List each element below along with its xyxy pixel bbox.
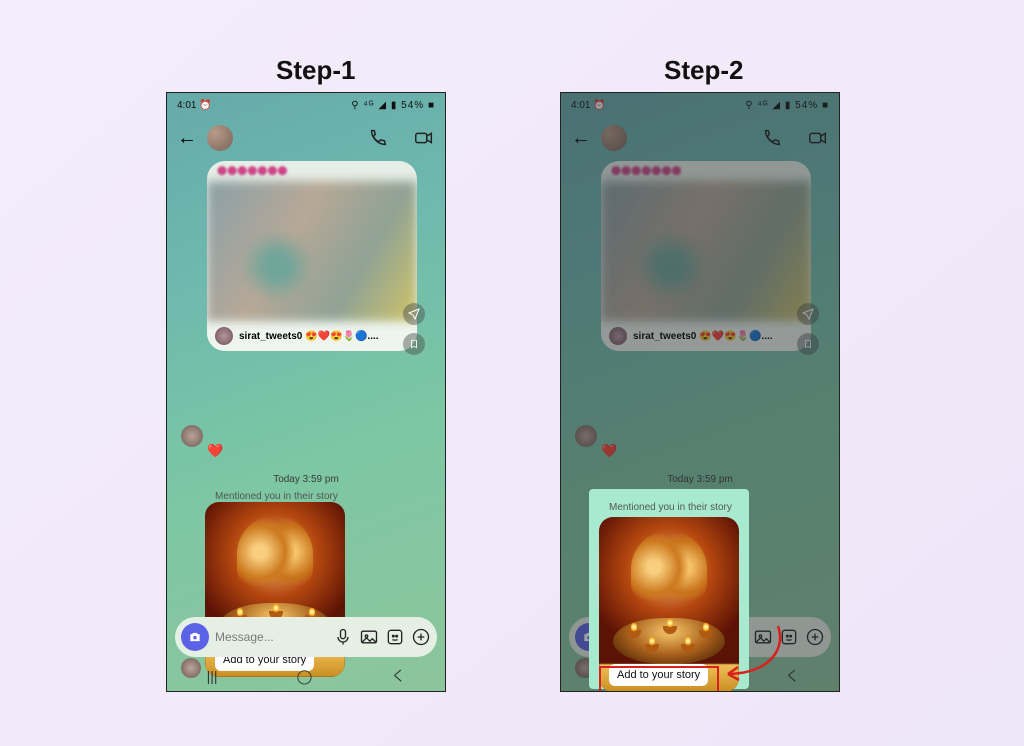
back-arrow-icon[interactable]: ← <box>571 127 591 150</box>
status-bar: 4:01 ⏰ ⚲ ⁴ᴳ ◢ ▮ 54% ■ <box>561 93 839 117</box>
step-1-title: Step-1 <box>276 55 355 86</box>
video-call-icon[interactable] <box>807 127 829 149</box>
chat-avatar[interactable] <box>601 125 627 151</box>
nav-back-icon[interactable]: く <box>785 666 799 686</box>
shared-post-caption: sirat_tweets0 😍❤️😍🌷🔵.... <box>239 331 379 342</box>
plus-icon[interactable] <box>411 627 431 647</box>
bookmark-icon[interactable] <box>797 333 819 355</box>
gallery-icon[interactable] <box>359 627 379 647</box>
gallery-icon[interactable] <box>753 627 773 647</box>
status-time: 4:01 ⏰ <box>177 100 212 111</box>
lower-chat-area: Today 3:59 pm Mentioned you in their sto… <box>167 468 445 691</box>
shared-post-top-blur: ⬤⬤⬤⬤⬤⬤⬤ <box>207 161 417 181</box>
shared-post-mini-avatar <box>609 327 627 345</box>
add-to-story-button-highlight[interactable]: Add to your story <box>609 664 708 686</box>
chat-header: ← <box>167 117 445 159</box>
reaction-sender-avatar[interactable] <box>181 425 203 447</box>
bookmark-icon[interactable] <box>403 333 425 355</box>
nav-recent-icon[interactable]: ||| <box>207 668 218 684</box>
mentioned-label: Mentioned you in their story <box>609 491 839 502</box>
mic-icon[interactable] <box>333 627 353 647</box>
shared-post-image-blur <box>601 181 811 321</box>
status-indicators: ⚲ ⁴ᴳ ◢ ▮ 54% ■ <box>745 100 829 111</box>
status-bar: 4:01 ⏰ ⚲ ⁴ᴳ ◢ ▮ 54% ■ <box>167 93 445 117</box>
shared-post-side-icons <box>403 303 425 355</box>
chat-avatar[interactable] <box>207 125 233 151</box>
call-icon[interactable] <box>761 127 783 149</box>
timestamp-label: Today 3:59 pm <box>561 468 839 491</box>
story-mention-card-highlight[interactable]: Add to your story <box>599 517 739 692</box>
shared-post-side-icons <box>797 303 819 355</box>
phone-step1: 4:01 ⏰ ⚲ ⁴ᴳ ◢ ▮ 54% ■ ← ⬤⬤⬤⬤⬤⬤⬤ sirat_tw… <box>166 92 446 692</box>
back-arrow-icon[interactable]: ← <box>177 127 197 150</box>
share-plane-icon[interactable] <box>403 303 425 325</box>
nav-home-icon[interactable]: ◯ <box>297 668 313 685</box>
story-image-content <box>237 516 313 588</box>
status-time: 4:01 ⏰ <box>571 100 606 111</box>
shared-post-card[interactable]: ⬤⬤⬤⬤⬤⬤⬤ sirat_tweets0 😍❤️😍🌷🔵.... <box>601 161 811 351</box>
shared-post-image-blur <box>207 181 417 321</box>
plus-icon[interactable] <box>805 627 825 647</box>
sticker-icon[interactable] <box>779 627 799 647</box>
reaction-sender-avatar[interactable] <box>575 425 597 447</box>
chat-header: ← <box>561 117 839 159</box>
status-indicators: ⚲ ⁴ᴳ ◢ ▮ 54% ■ <box>351 100 435 111</box>
step-2-title: Step-2 <box>664 55 743 86</box>
mentioned-label-highlight: Mentioned you in their story <box>609 502 739 513</box>
mentioned-label: Mentioned you in their story <box>215 491 445 502</box>
heart-reaction-icon: ❤️ <box>601 443 617 459</box>
shared-post-mini-avatar <box>215 327 233 345</box>
android-nav-bar: ||| ◯ く <box>167 661 445 691</box>
camera-button[interactable] <box>181 623 209 651</box>
share-plane-icon[interactable] <box>797 303 819 325</box>
phone-step2: 4:01 ⏰ ⚲ ⁴ᴳ ◢ ▮ 54% ■ ← ⬤⬤⬤⬤⬤⬤⬤ sirat_tw… <box>560 92 840 692</box>
message-input[interactable]: Message... <box>215 630 327 644</box>
call-icon[interactable] <box>367 127 389 149</box>
timestamp-label: Today 3:59 pm <box>167 468 445 491</box>
video-call-icon[interactable] <box>413 127 435 149</box>
message-input-bar: Message... <box>175 617 437 657</box>
heart-reaction-icon: ❤️ <box>207 443 223 459</box>
shared-post-top-blur: ⬤⬤⬤⬤⬤⬤⬤ <box>601 161 811 181</box>
shared-post-card[interactable]: ⬤⬤⬤⬤⬤⬤⬤ sirat_tweets0 😍❤️😍🌷🔵.... <box>207 161 417 351</box>
sticker-icon[interactable] <box>385 627 405 647</box>
shared-post-caption: sirat_tweets0 😍❤️😍🌷🔵.... <box>633 331 773 342</box>
nav-back-icon[interactable]: く <box>391 666 405 686</box>
